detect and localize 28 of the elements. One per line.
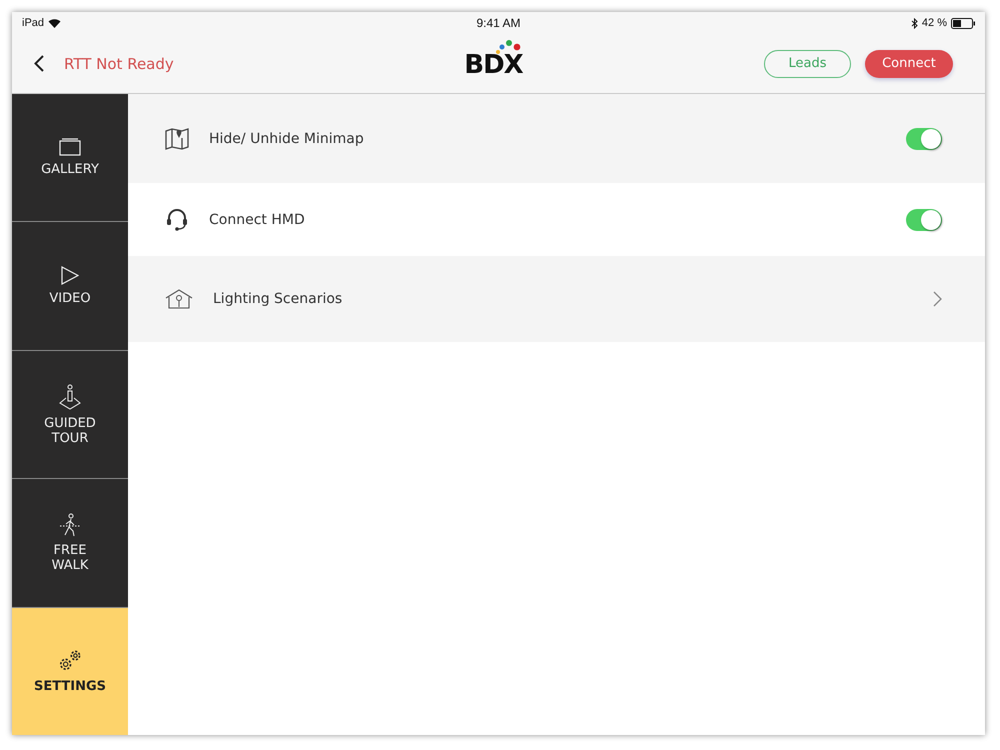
settings-row[interactable]: Lighting Scenarios [128,256,985,342]
battery-percent: 42 % [922,17,947,29]
gears-icon [57,648,83,673]
brand-logo: BDX [464,40,523,76]
device-name: iPad [22,17,44,29]
play-icon [61,266,79,286]
map-pin-icon [165,128,189,150]
setting-label: Connect HMD [209,212,306,228]
battery-icon [951,18,975,28]
settings-row[interactable]: Hide/ Unhide Minimap [128,94,985,183]
headset-icon [165,208,189,232]
connect-button[interactable]: Connect [864,50,953,78]
sidebar-tab[interactable]: GUIDED TOUR [12,350,128,480]
setting-label: Lighting Scenarios [213,291,344,307]
walking-person-icon [59,512,81,537]
clock-time: 9:41 AM [476,16,521,30]
wifi-icon [48,18,62,28]
chevron-right-icon [933,291,942,307]
person-marker-icon [59,384,81,410]
folder-icon [59,138,81,156]
toggle-switch[interactable] [906,208,942,230]
back-chevron-icon[interactable] [34,55,44,72]
bluetooth-icon [910,18,918,28]
sidebar-tab[interactable]: SETTINGS [12,608,128,735]
setting-label: Hide/ Unhide Minimap [209,130,365,146]
house-bulb-icon [165,289,193,309]
status-label: RTT Not Ready [64,54,174,72]
toggle-switch[interactable] [906,128,942,150]
